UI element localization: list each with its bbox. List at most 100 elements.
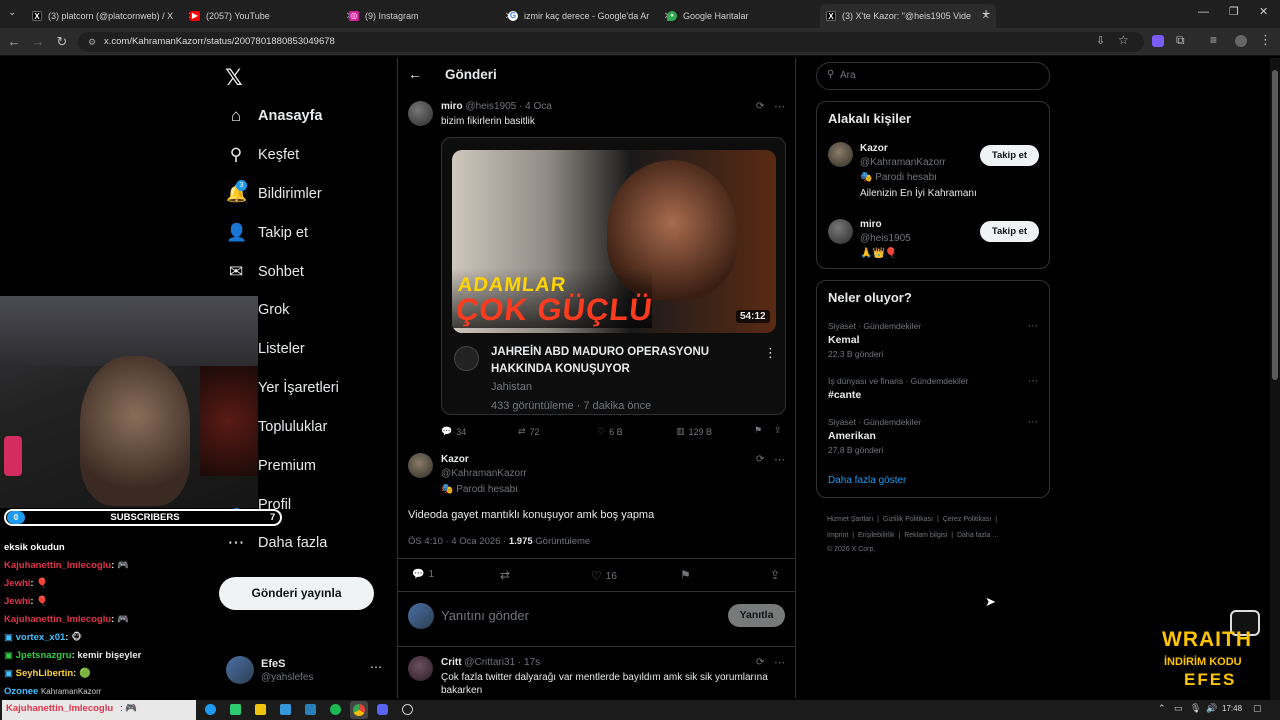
nav-item-sohbet[interactable]: ✉ Sohbet [226, 257, 304, 287]
video-thumbnail[interactable]: ADAMLAR ÇOK GÜÇLÜ 54:12 [452, 150, 776, 333]
browser-tab[interactable]: ▶ (2057) YouTube ✕ [184, 4, 360, 28]
obs-icon[interactable] [402, 704, 413, 715]
author-handle[interactable]: @heis1905 [465, 101, 516, 112]
video-card[interactable]: ADAMLAR ÇOK GÜÇLÜ 54:12 JAHREİN ABD MADU… [441, 137, 786, 415]
avatar[interactable] [408, 656, 433, 681]
more-icon[interactable]: ⋯ [1028, 417, 1038, 428]
like-action[interactable]: ♡ 6 B [597, 426, 623, 437]
site-info-icon[interactable]: ⚙ [88, 32, 96, 52]
footer-link[interactable]: Reklam bilgisi [904, 532, 947, 539]
new-tab-icon[interactable]: + [982, 5, 990, 21]
mic-icon[interactable]: 🎙 [1190, 703, 1201, 714]
extension-icon[interactable] [1152, 35, 1164, 47]
footer-link[interactable]: Hizmet Şartları [827, 516, 873, 523]
back-arrow-icon[interactable]: ← [408, 66, 422, 82]
views-action[interactable]: ▥ 129 B [676, 426, 712, 437]
footer-link[interactable]: Çerez Politikası [943, 516, 992, 523]
show-more-link[interactable]: Daha fazla göster [828, 475, 906, 486]
browser-tab[interactable]: • Google Haritalar ✕ [661, 4, 837, 28]
more-icon[interactable]: ⋯ [774, 656, 785, 669]
volume-icon[interactable]: 🔊 [1206, 703, 1217, 714]
trend-item[interactable]: Siyaset · Gündemdekiler Kemal 22,3 B gön… [828, 321, 1040, 361]
repost-icon[interactable]: ⇄ [500, 568, 510, 582]
bookmark-star-icon[interactable]: ☆ [1118, 33, 1129, 47]
scrollbar-thumb[interactable] [1272, 70, 1278, 380]
avatar[interactable] [408, 453, 433, 478]
more-icon[interactable]: ⋯ [1028, 321, 1038, 332]
avatar[interactable] [828, 219, 853, 244]
reload-icon[interactable]: ↻ [54, 34, 70, 50]
forward-icon[interactable]: → [30, 34, 46, 49]
browser-tab-active[interactable]: X (3) X'te Kazor: "@heis1905 Vide ✕ [820, 4, 996, 28]
taskbar-search[interactable]: Kajuhanettin_lmlecoglu : 🎮 [2, 700, 196, 720]
author-name[interactable]: Kazor [441, 454, 469, 465]
network-icon[interactable]: ▭ [1174, 703, 1183, 714]
media-icon[interactable]: ≡ [1210, 33, 1217, 47]
person-name[interactable]: miro [860, 219, 882, 230]
post-button[interactable]: Gönderi yayınla [219, 577, 374, 610]
channel-avatar[interactable] [454, 346, 479, 371]
person-handle[interactable]: @heis1905 [860, 233, 911, 244]
app-icon[interactable] [280, 704, 291, 715]
kebab-menu-icon[interactable]: ⋮ [764, 345, 777, 361]
person-handle[interactable]: @KahramanKazorr [860, 157, 946, 168]
chrome-taskbar-active[interactable] [350, 701, 368, 719]
channel-name[interactable]: Jahistan [491, 381, 532, 393]
close-window-icon[interactable]: ✕ [1259, 5, 1268, 18]
follow-button[interactable]: Takip et [980, 221, 1039, 242]
share-icon[interactable]: ⇪ [770, 568, 780, 582]
tab-search-icon[interactable]: ⌄ [8, 7, 16, 18]
maximize-icon[interactable]: ❐ [1229, 5, 1239, 18]
trend-item[interactable]: Siyaset · Gündemdekiler Amerikan 27,8 B … [828, 417, 1040, 457]
nav-item-kesfet[interactable]: ⚲ Keşfet [226, 140, 299, 170]
install-app-icon[interactable]: ⇩ [1096, 34, 1105, 47]
x-home-logo[interactable]: 𝕏 [225, 65, 243, 91]
like-action[interactable]: ♡ 16 [591, 569, 617, 583]
menu-kebab-icon[interactable]: ⋮ [1259, 32, 1272, 48]
reply-input[interactable]: Yanıtını gönder [441, 608, 529, 623]
nav-item-bildirimler[interactable]: 🔔 3 Bildirimler [226, 179, 322, 209]
bookmark-icon[interactable]: ⚑ [680, 568, 691, 582]
repost-action[interactable]: ⇄ 72 [518, 426, 540, 437]
account-switcher[interactable]: EfeS @yahslefes ⋯ [226, 656, 386, 686]
search-box[interactable]: ⚲ Ara [816, 62, 1050, 90]
person-name[interactable]: Kazor [860, 143, 888, 154]
avatar[interactable] [408, 101, 433, 126]
url-field[interactable]: ⚙ x.com/KahramanKazorr/status/2007801880… [78, 32, 1144, 52]
follow-button[interactable]: Takip et [980, 145, 1039, 166]
more-icon[interactable]: ⋯ [774, 453, 785, 466]
minimize-icon[interactable]: — [1198, 6, 1209, 18]
browser-tab[interactable]: ◎ (9) Instagram ✕ [343, 4, 519, 28]
footer-link[interactable]: Imprint [827, 532, 848, 539]
post-time[interactable]: 17s [524, 657, 540, 668]
trend-item[interactable]: İş dünyası ve finans · Gündemdekiler #ca… [828, 376, 1040, 404]
browser-tab[interactable]: G izmir kaç derece - Google'da Ar ✕ [502, 4, 678, 28]
avatar[interactable] [828, 142, 853, 167]
reply-button[interactable]: Yanıtla [728, 604, 785, 627]
app-icon[interactable] [230, 704, 241, 715]
spotify-icon[interactable] [330, 704, 341, 715]
video-title[interactable]: JAHREİN ABD MADURO OPERASYONU HAKKINDA K… [491, 344, 741, 378]
nav-item-anasayfa[interactable]: ⌂ Anasayfa [226, 101, 323, 131]
post-time[interactable]: 4 Oca [525, 101, 552, 112]
file-explorer-icon[interactable] [255, 704, 266, 715]
footer-link[interactable]: Erişilebilirlik [858, 532, 895, 539]
extensions-puzzle-icon[interactable]: ⧉ [1176, 33, 1185, 48]
back-icon[interactable]: ← [6, 34, 22, 49]
app-icon[interactable] [305, 704, 316, 715]
author-handle[interactable]: @KahramanKazorr [441, 468, 527, 479]
profile-avatar-icon[interactable] [1235, 35, 1247, 47]
scrollbar[interactable] [1270, 58, 1280, 700]
more-icon[interactable]: ⋯ [774, 100, 785, 113]
notification-center-icon[interactable]: ▢ [1253, 703, 1262, 714]
edge-icon[interactable] [205, 704, 216, 715]
clock[interactable]: 17:48 [1222, 704, 1242, 713]
browser-tab[interactable]: X (3) platcorn (@platcornweb) / X ✕ [26, 4, 202, 28]
footer-link[interactable]: Daha fazla ... [957, 532, 998, 539]
post-timestamp[interactable]: ÖS 4:10 · 4 Oca 2026 · [408, 536, 506, 547]
author-name[interactable]: Critt [441, 657, 462, 668]
grok-icon[interactable]: ⟳ [756, 101, 764, 112]
grok-icon[interactable]: ⟳ [756, 657, 764, 668]
nav-item-daha-fazla[interactable]: ⋯ Daha fazla [226, 528, 328, 558]
nav-item-takip-et[interactable]: 👤 Takip et [226, 218, 308, 248]
